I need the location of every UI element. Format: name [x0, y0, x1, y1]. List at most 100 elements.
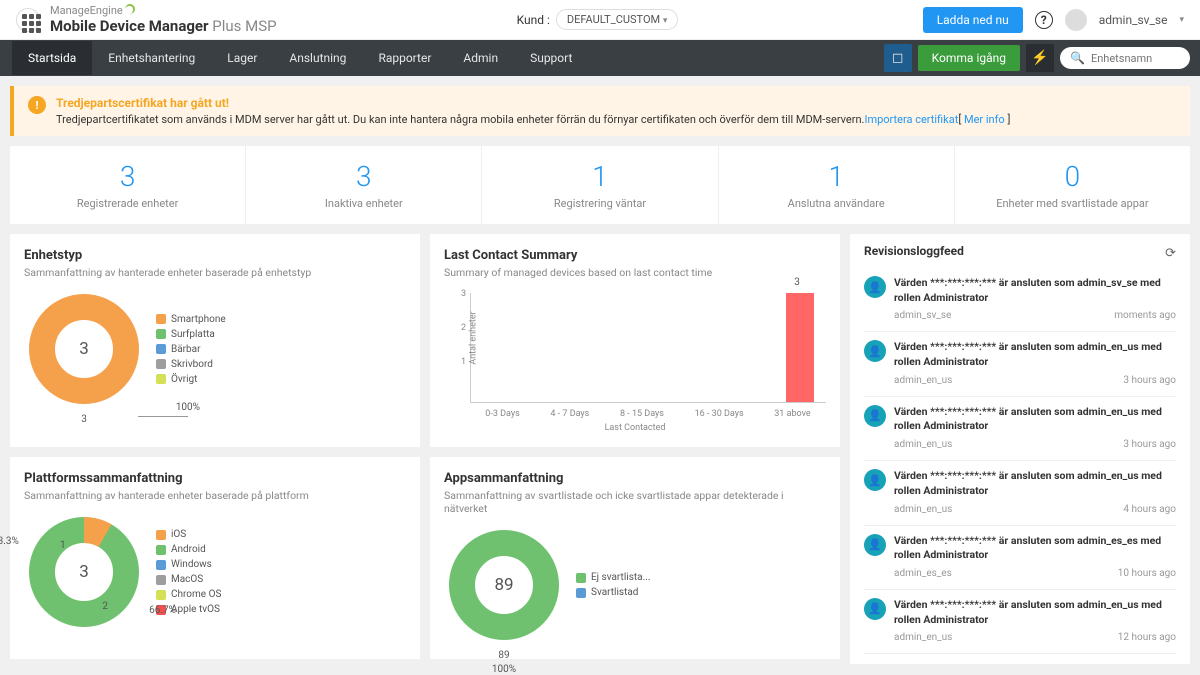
nav-bar: Startsida Enhetshantering Lager Anslutni… — [0, 40, 1200, 76]
stat-users[interactable]: 1Anslutna användare — [719, 146, 955, 224]
legend-item[interactable]: Android — [156, 544, 221, 555]
legend-color-icon — [576, 573, 586, 583]
legend-color-icon — [156, 530, 166, 540]
legend-item[interactable]: Skrivbord — [156, 359, 226, 370]
stat-blacklisted[interactable]: 0Enheter med svartlistade appar — [955, 146, 1190, 224]
nav-admin[interactable]: Admin — [447, 41, 514, 75]
nav-enhetshantering[interactable]: Enhetshantering — [92, 41, 211, 75]
card-sub: Sammanfattning av svartlistade och icke … — [444, 489, 826, 515]
nav-startsida[interactable]: Startsida — [12, 41, 92, 75]
alert-icon: ! — [28, 96, 46, 114]
card-sub: Sammanfattning av hanterade enheter base… — [24, 489, 406, 502]
legend-item[interactable]: Smartphone — [156, 314, 226, 325]
user-icon: 👤 — [864, 405, 886, 427]
legend-item[interactable]: Chrome OS — [156, 589, 221, 600]
bar-31-above — [786, 293, 814, 402]
user-icon: 👤 — [864, 534, 886, 556]
feed-item[interactable]: 👤Värden ***:***:***:*** är ansluten som … — [864, 268, 1176, 332]
feed-item[interactable]: 👤Värden ***:***:***:*** är ansluten som … — [864, 461, 1176, 525]
stats-row: 3Registrerade enheter 3Inaktiva enheter … — [10, 146, 1190, 224]
card-apps: Appsammanfattning Sammanfattning av svar… — [430, 457, 840, 659]
x-axis-labels: 0-3 Days4 - 7 Days8 - 15 Days16 - 30 Day… — [470, 409, 826, 419]
legend-color-icon — [156, 344, 166, 354]
device-type-donut: 3 3 100% — [24, 289, 144, 409]
legend-item[interactable]: Ej svartlista... — [576, 572, 650, 583]
customer-selector: Kund : DEFAULT_CUSTOM ▾ — [517, 9, 679, 30]
stat-registered[interactable]: 3Registrerade enheter — [10, 146, 246, 224]
card-device-type: Enhetstyp Sammanfattning av hanterade en… — [10, 234, 420, 447]
kund-label: Kund : — [517, 13, 550, 27]
card-sub: Sammanfattning av hanterade enheter base… — [24, 266, 406, 279]
feed-item[interactable]: 👤Värden ***:***:***:*** är ansluten som … — [864, 397, 1176, 461]
remote-icon[interactable]: ◻ — [884, 44, 912, 72]
alert-title: Tredjepartscertifikat har gått ut! — [56, 96, 1010, 110]
legend-item[interactable]: Surfplatta — [156, 329, 226, 340]
brand: ManageEngine Mobile Device Manager Plus … — [50, 4, 277, 35]
bar-chart: Antal enheter 321 3 — [470, 293, 826, 403]
legend-color-icon — [156, 314, 166, 324]
logo-arc-icon — [125, 4, 135, 14]
alert-link-more[interactable]: Mer info — [964, 113, 1005, 126]
nav-support[interactable]: Support — [514, 41, 588, 75]
help-icon[interactable]: ? — [1035, 11, 1053, 29]
alert-link-import[interactable]: Importera certifikat — [864, 113, 958, 126]
search-box: 🔍 — [1060, 47, 1190, 69]
brand-company: ManageEngine — [50, 4, 123, 17]
card-title: Appsammanfattning — [444, 471, 826, 486]
card-last-contact: Last Contact Summary Summary of managed … — [430, 234, 840, 447]
feed-title: Revisionsloggfeed — [864, 244, 1176, 258]
feed-item[interactable]: 👤Värden ***:***:***:*** är ansluten som … — [864, 526, 1176, 590]
legend-color-icon — [156, 359, 166, 369]
alert-banner: ! Tredjepartscertifikat har gått ut! Tre… — [10, 86, 1190, 136]
nav-anslutning[interactable]: Anslutning — [273, 41, 362, 75]
legend-item[interactable]: Svartlistad — [576, 587, 650, 598]
bolt-icon[interactable]: ⚡ — [1026, 44, 1054, 72]
stat-inactive[interactable]: 3Inaktiva enheter — [246, 146, 482, 224]
legend-item[interactable]: Övrigt — [156, 374, 226, 385]
user-icon: 👤 — [864, 276, 886, 298]
legend-item[interactable]: Windows — [156, 559, 221, 570]
legend-color-icon — [156, 575, 166, 585]
card-platform: Plattformssammanfattning Sammanfattning … — [10, 457, 420, 659]
legend-color-icon — [156, 374, 166, 384]
user-name: admin_sv_se — [1099, 13, 1168, 27]
legend-item[interactable]: Bärbar — [156, 344, 226, 355]
legend-platform: iOSAndroidWindowsMacOSChrome OSApple tvO… — [156, 529, 221, 615]
audit-feed: Revisionsloggfeed ⟳ 👤Värden ***:***:***:… — [850, 234, 1190, 664]
legend-apps: Ej svartlista... Svartlistad — [576, 572, 650, 598]
user-icon: 👤 — [864, 469, 886, 491]
feed-item[interactable]: 👤Värden ***:***:***:*** är ansluten som … — [864, 332, 1176, 396]
brand-product: Mobile Device Manager — [50, 17, 209, 35]
apps-donut: 89 89 100% — [444, 525, 564, 645]
legend-color-icon — [576, 588, 586, 598]
download-button[interactable]: Ladda ned nu — [923, 7, 1023, 33]
alert-body: Tredjepartcertifikatet som används i MDM… — [56, 113, 1010, 126]
search-icon: 🔍 — [1070, 51, 1085, 65]
search-input[interactable] — [1091, 52, 1181, 65]
feed-item[interactable]: 👤Värden ***:***:***:*** är ansluten som … — [864, 590, 1176, 654]
nav-rapporter[interactable]: Rapporter — [362, 41, 447, 75]
legend-device-type: Smartphone Surfplatta Bärbar Skrivbord Övrig… — [156, 314, 226, 385]
user-icon: 👤 — [864, 340, 886, 362]
legend-item[interactable]: iOS — [156, 529, 221, 540]
chevron-down-icon: ▾ — [663, 16, 668, 26]
legend-color-icon — [156, 545, 166, 555]
legend-color-icon — [156, 329, 166, 339]
brand-suffix: Plus MSP — [212, 17, 276, 35]
legend-item[interactable]: MacOS — [156, 574, 221, 585]
refresh-icon[interactable]: ⟳ — [1165, 246, 1176, 261]
nav-lager[interactable]: Lager — [211, 41, 273, 75]
card-title: Plattformssammanfattning — [24, 471, 406, 486]
card-sub: Summary of managed devices based on last… — [444, 266, 826, 279]
stat-pending[interactable]: 1Registrering väntar — [482, 146, 718, 224]
platform-donut: 3 33.3% 66.7% 1 2 — [24, 512, 144, 632]
apps-grid-icon[interactable] — [16, 8, 40, 32]
header: ManageEngine Mobile Device Manager Plus … — [0, 0, 1200, 40]
user-chevron-icon[interactable]: ▾ — [1179, 15, 1184, 25]
kund-dropdown[interactable]: DEFAULT_CUSTOM ▾ — [556, 9, 679, 30]
avatar[interactable] — [1065, 9, 1087, 31]
card-title: Last Contact Summary — [444, 248, 826, 263]
user-icon: 👤 — [864, 598, 886, 620]
get-started-button[interactable]: Komma igång — [918, 45, 1020, 71]
card-title: Enhetstyp — [24, 248, 406, 263]
